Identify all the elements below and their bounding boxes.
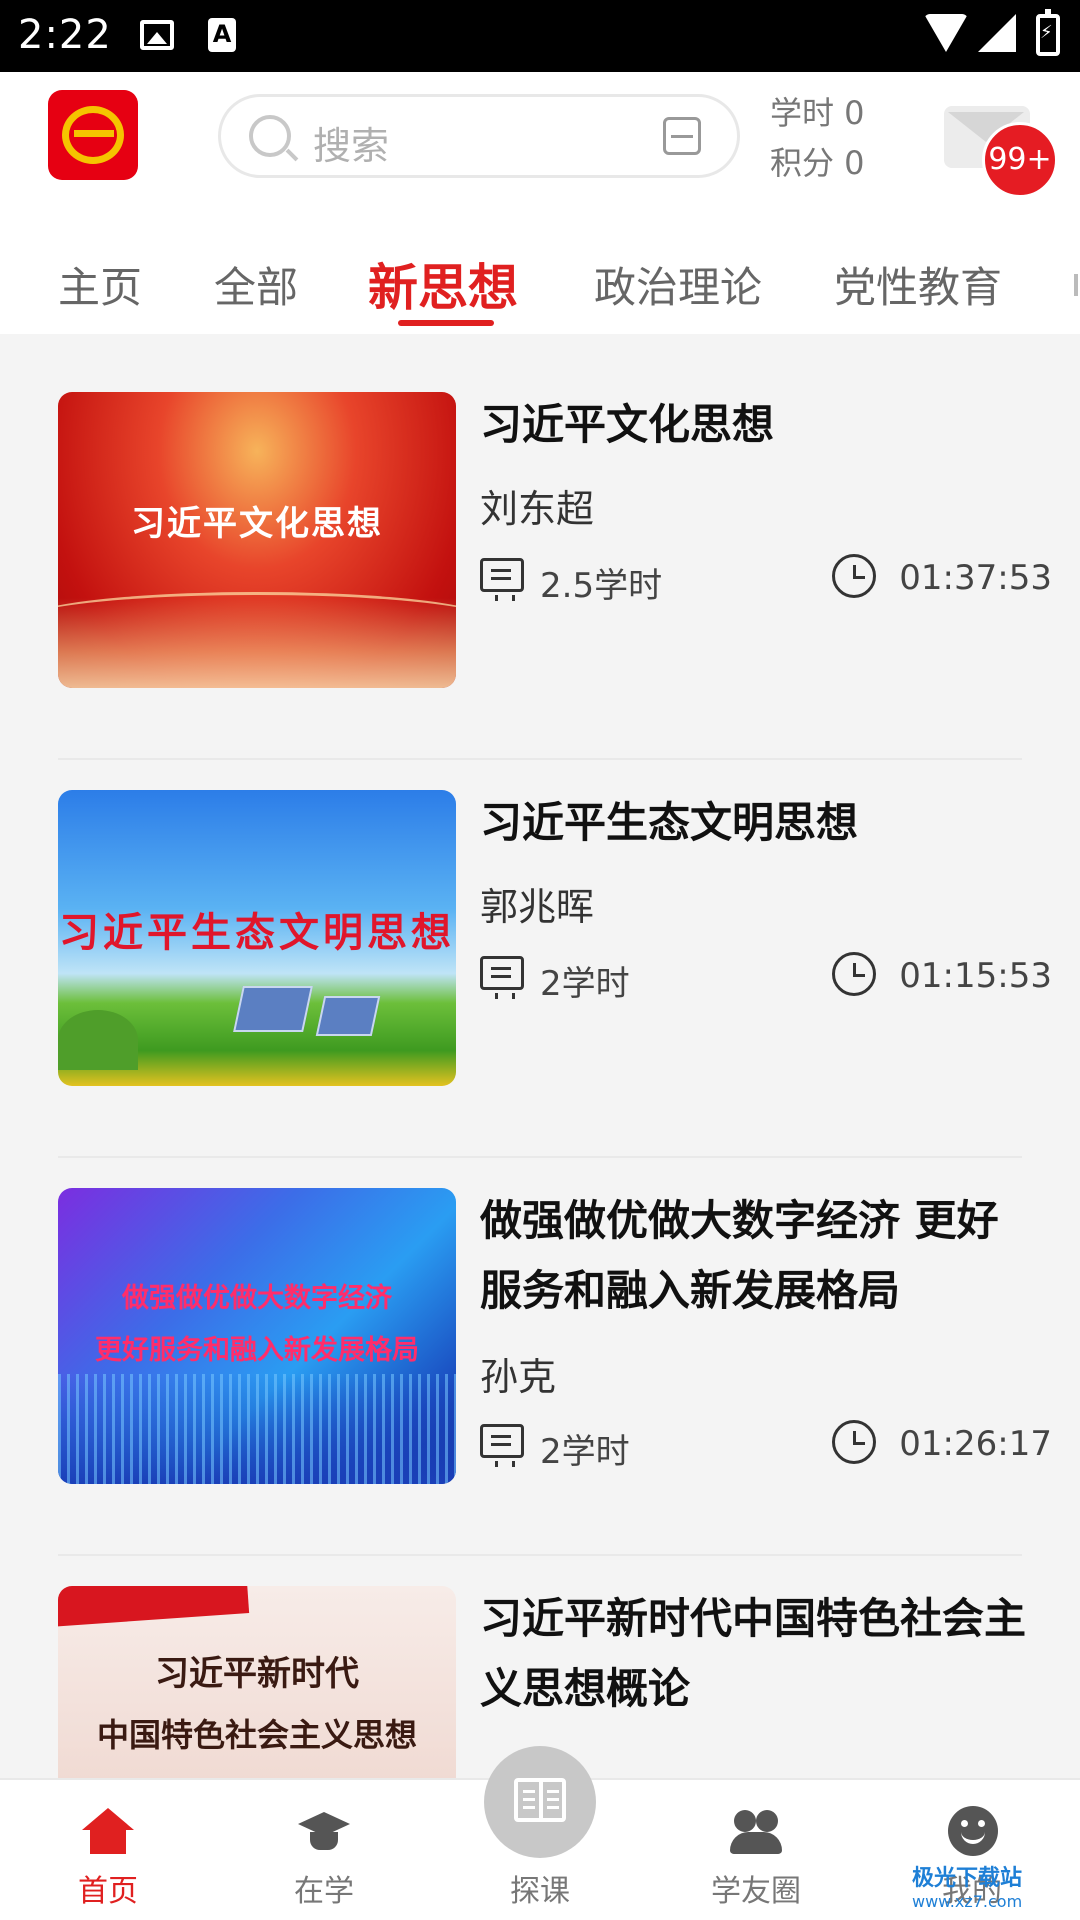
- course-card[interactable]: 做强做优做大数字经济 更好服务和融入新发展格局 做强做优做大数字经济 更好服务和…: [30, 1158, 1052, 1556]
- course-author: 郭兆晖: [480, 885, 595, 929]
- thumbnail-title-line2: 中国特色社会主义思想: [96, 1716, 417, 1754]
- search-placeholder: 搜索: [313, 124, 390, 168]
- clock-icon: [832, 1420, 876, 1464]
- course-hours: 2学时: [540, 964, 630, 1004]
- tab-political-theory[interactable]: 政治理论: [594, 254, 762, 315]
- clock-icon: [832, 952, 876, 996]
- header: 搜索 学时 0 积分 0 99+ 主页 全部 新思想 政治理论 党性教育: [0, 72, 1080, 334]
- course-card[interactable]: 习近平生态文明思想 习近平生态文明思想 郭兆晖 2学时 01:15:53: [30, 760, 1052, 1158]
- points: 积分 0: [770, 144, 865, 182]
- home-icon: [82, 1808, 134, 1854]
- course-author: 刘东超: [480, 487, 595, 531]
- user-stats[interactable]: 学时 0 积分 0: [770, 88, 865, 188]
- nav-friends-label: 学友圈: [711, 1874, 801, 1909]
- course-thumbnail: 习近平文化思想: [58, 392, 456, 688]
- search-icon: [249, 115, 291, 157]
- thumbnail-title: 习近平生态文明思想: [59, 910, 455, 956]
- watermark: 极光下载站 www.xz7.com: [912, 1866, 1023, 1911]
- course-hours: 2学时: [540, 1432, 630, 1472]
- tabs-overflow-hint: [1074, 274, 1078, 296]
- scan-icon[interactable]: [663, 117, 701, 155]
- book-icon: [514, 1778, 566, 1822]
- signal-icon: [978, 14, 1016, 52]
- wifi-icon: [924, 14, 968, 52]
- course-meta: 2学时 01:15:53: [480, 952, 1052, 1004]
- tab-party-education[interactable]: 党性教育: [834, 254, 1002, 315]
- course-thumbnail: 做强做优做大数字经济 更好服务和融入新发展格局: [58, 1188, 456, 1484]
- course-card[interactable]: 习近平文化思想 习近平文化思想 刘东超 2.5学时 01:37:53: [30, 362, 1052, 760]
- course-author: 孙克: [480, 1355, 557, 1399]
- smiley-icon: [948, 1806, 998, 1856]
- nav-studying[interactable]: 在学: [216, 1780, 432, 1920]
- clock-icon: [832, 554, 876, 598]
- screen-icon: [480, 956, 524, 999]
- image-notification-icon: [140, 20, 174, 50]
- message-badge: 99+: [982, 122, 1058, 198]
- thumbnail-title-line1: 做强做优做大数字经济: [122, 1283, 392, 1314]
- course-title: 习近平新时代中国特色社会主义思想概论: [480, 1594, 1027, 1713]
- status-bar: 2:22 A: [0, 0, 1080, 72]
- status-time: 2:22: [18, 12, 112, 58]
- tab-all[interactable]: 全部: [214, 254, 298, 315]
- thumbnail-title: 习近平文化思想: [131, 504, 383, 544]
- battery-charging-icon: [1036, 9, 1060, 56]
- course-title: 习近平生态文明思想: [480, 798, 859, 847]
- course-duration: 01:37:53: [899, 558, 1052, 598]
- nav-friends[interactable]: 学友圈: [648, 1780, 864, 1920]
- category-tabs: 主页 全部 新思想 政治理论 党性教育: [0, 232, 1080, 332]
- course-title: 做强做优做大数字经济 更好服务和融入新发展格局: [480, 1196, 999, 1315]
- nav-explore-label: 探课: [510, 1874, 570, 1909]
- active-tab-indicator: [398, 320, 494, 326]
- nav-home[interactable]: 首页: [0, 1780, 216, 1920]
- thumbnail-title-line2: 更好服务和融入新发展格局: [95, 1335, 419, 1366]
- search-bar[interactable]: 搜索: [218, 94, 740, 178]
- nav-home-label: 首页: [78, 1874, 138, 1909]
- course-meta: 2.5学时 01:37:53: [480, 554, 1052, 606]
- thumbnail-title-line1: 习近平新时代: [155, 1654, 359, 1694]
- app-logo[interactable]: [48, 90, 138, 180]
- course-title: 习近平文化思想: [480, 400, 775, 449]
- explore-center-button[interactable]: [484, 1746, 596, 1858]
- tab-home[interactable]: 主页: [58, 254, 142, 315]
- course-duration: 01:26:17: [899, 1424, 1052, 1464]
- study-hours: 学时 0: [770, 94, 865, 132]
- people-icon: [730, 1808, 782, 1854]
- course-hours: 2.5学时: [540, 566, 663, 606]
- screen-icon: [480, 1424, 524, 1467]
- tab-new-thought[interactable]: 新思想: [368, 248, 518, 320]
- course-meta: 2学时 01:26:17: [480, 1420, 1052, 1472]
- app-root: 2:22 A 搜索 学时 0 积分 0 99+ 主页 全部 新思想 政治理论 党…: [0, 0, 1080, 1920]
- course-duration: 01:15:53: [899, 956, 1052, 996]
- course-thumbnail: 习近平生态文明思想: [58, 790, 456, 1086]
- text-notification-icon: A: [208, 18, 236, 52]
- screen-icon: [480, 558, 524, 601]
- graduation-cap-icon: [298, 1808, 350, 1854]
- nav-studying-label: 在学: [294, 1874, 354, 1909]
